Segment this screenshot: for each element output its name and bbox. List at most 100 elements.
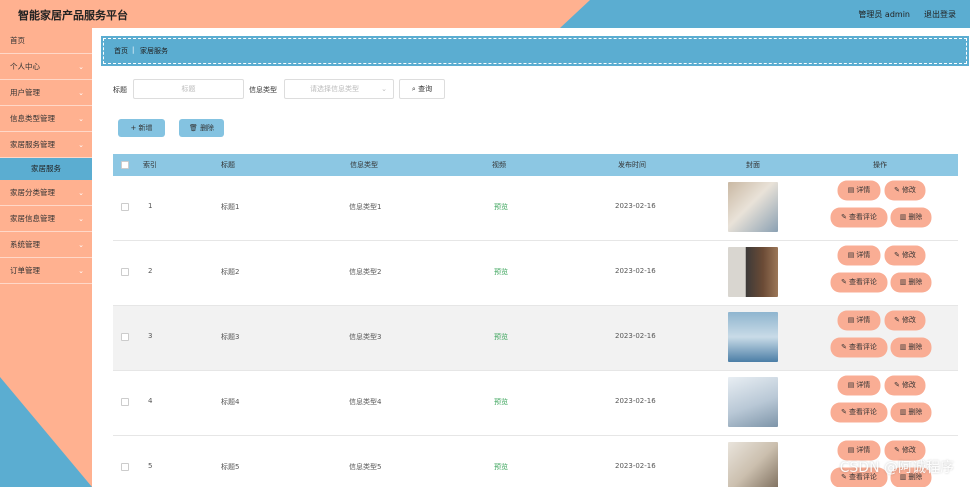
search-icon: ⌕ xyxy=(411,85,416,93)
row-title: 标题3 xyxy=(221,333,240,341)
row-index: 5 xyxy=(148,462,153,470)
top-bar-salmon-edge xyxy=(560,0,590,28)
edit-button[interactable]: ✎ 修改 xyxy=(886,182,924,199)
video-preview-link[interactable]: 预览 xyxy=(494,202,508,212)
add-button[interactable]: + 新增 xyxy=(118,119,165,137)
row-checkbox[interactable] xyxy=(121,203,129,211)
table-row: 5 标题5 信息类型5 预览 2023-02-16 ▤ 详情 ✎ 修改 ✎ 查看评论 ▥ 删除 xyxy=(113,436,958,487)
table-row: 3 标题3 信息类型3 预览 2023-02-16 ▤ 详情 ✎ 修改 ✎ 查看评论 ▥ 删除 xyxy=(113,306,958,371)
chevron-down-icon: ⌄ xyxy=(78,115,84,123)
query-button[interactable]: ⌕ 查询 xyxy=(399,79,445,99)
batch-delete-label: 删除 xyxy=(200,124,215,132)
pencil-icon: ✎ xyxy=(841,213,847,221)
title-search-label: 标题 xyxy=(113,86,127,94)
table-row: 4 标题4 信息类型4 预览 2023-02-16 ▤ 详情 ✎ 修改 ✎ 查看评论 ▥ 删除 xyxy=(113,371,958,436)
trash-icon: ▥ xyxy=(899,408,907,416)
sidebar-item-a-2[interactable]: 用户管理 ⌄ xyxy=(0,80,92,106)
sidebar-item-a-4[interactable]: 家居服务管理 ⌄ xyxy=(0,132,92,158)
edit-button[interactable]: ✎ 修改 xyxy=(886,312,924,329)
chevron-down-icon: ⌄ xyxy=(78,189,84,197)
logout-link[interactable]: 退出登录 xyxy=(924,9,956,20)
delete-button[interactable]: ▥ 删除 xyxy=(892,404,930,421)
trash-icon: 🗑 xyxy=(188,124,198,132)
breadcrumb: 首页 | 家居服务 xyxy=(101,36,969,66)
sidebar-item-a-3[interactable]: 信息类型管理 ⌄ xyxy=(0,106,92,132)
pencil-icon: ✎ xyxy=(894,316,900,324)
batch-delete-button[interactable]: 🗑 删除 xyxy=(179,119,224,137)
sidebar: 首页 个人中心 ⌄ 用户管理 ⌄ 信息类型管理 ⌄ 家居服务管理 ⌄ 家居服务 家居分类管理 ⌄ 家… xyxy=(0,28,92,487)
admin-user-label: 管理员 admin xyxy=(858,10,910,19)
document-icon: ▤ xyxy=(847,446,855,454)
pencil-icon: ✎ xyxy=(894,381,900,389)
sidebar-item-b-0[interactable]: 家居分类管理 ⌄ xyxy=(0,180,92,206)
row-date: 2023-02-16 xyxy=(615,397,656,405)
pencil-icon: ✎ xyxy=(894,186,900,194)
header-actions: 操作 xyxy=(873,161,887,169)
detail-button[interactable]: ▤ 详情 xyxy=(839,312,879,329)
sidebar-item-a-1[interactable]: 个人中心 ⌄ xyxy=(0,54,92,80)
row-title: 标题5 xyxy=(221,463,240,471)
type-select[interactable]: 请选择信息类型 ⌄ xyxy=(284,79,394,99)
edit-button[interactable]: ✎ 修改 xyxy=(886,377,924,394)
header-date: 发布时间 xyxy=(618,161,646,169)
view-comments-button[interactable]: ✎ 查看评论 xyxy=(832,339,886,356)
row-checkbox[interactable] xyxy=(121,268,129,276)
row-type: 信息类型3 xyxy=(349,333,382,341)
title-search-input[interactable]: 标题 xyxy=(133,79,244,99)
breadcrumb-separator: | xyxy=(132,46,135,54)
pencil-icon: ✎ xyxy=(894,251,900,259)
row-date: 2023-02-16 xyxy=(615,332,656,340)
delete-button[interactable]: ▥ 删除 xyxy=(892,209,930,226)
view-comments-button[interactable]: ✎ 查看评论 xyxy=(832,274,886,291)
row-index: 2 xyxy=(148,267,153,275)
table-row: 1 标题1 信息类型1 预览 2023-02-16 ▤ 详情 ✎ 修改 ✎ 查看评论 ▥ 删除 xyxy=(113,176,958,241)
detail-button[interactable]: ▤ 详情 xyxy=(839,182,879,199)
document-icon: ▤ xyxy=(847,186,855,194)
document-icon: ▤ xyxy=(847,316,855,324)
cover-image xyxy=(728,442,778,487)
view-comments-button[interactable]: ✎ 查看评论 xyxy=(832,209,886,226)
row-checkbox[interactable] xyxy=(121,463,129,471)
delete-label: 删除 xyxy=(908,213,923,221)
delete-button[interactable]: ▥ 删除 xyxy=(892,339,930,356)
sidebar-item-label: 首页 xyxy=(10,36,25,45)
row-date: 2023-02-16 xyxy=(615,202,656,210)
row-date: 2023-02-16 xyxy=(615,462,656,470)
video-preview-link[interactable]: 预览 xyxy=(494,462,508,472)
sidebar-subitem-home-service[interactable]: 家居服务 xyxy=(0,158,92,180)
edit-button[interactable]: ✎ 修改 xyxy=(886,247,924,264)
detail-button[interactable]: ▤ 详情 xyxy=(839,377,879,394)
data-table: 索引 标题 信息类型 视频 发布时间 封面 操作 1 标题1 信息类型1 预览 2023… xyxy=(113,154,958,487)
row-index: 1 xyxy=(148,202,153,210)
breadcrumb-home[interactable]: 首页 xyxy=(114,46,128,56)
comments-label: 查看评论 xyxy=(848,213,877,221)
sidebar-item-b-3[interactable]: 订单管理 ⌄ xyxy=(0,258,92,284)
sidebar-item-label: 订单管理 xyxy=(10,266,40,275)
video-preview-link[interactable]: 预览 xyxy=(494,397,508,407)
delete-button[interactable]: ▥ 删除 xyxy=(892,274,930,291)
row-checkbox[interactable] xyxy=(121,398,129,406)
header-video: 视频 xyxy=(492,161,506,169)
chevron-down-icon: ⌄ xyxy=(78,63,84,71)
sidebar-item-label: 家居信息管理 xyxy=(10,214,55,223)
edit-label: 修改 xyxy=(901,446,916,454)
pencil-icon: ✎ xyxy=(841,278,847,286)
top-bar: 智能家居产品服务平台 管理员 admin 退出登录 xyxy=(0,0,970,28)
sidebar-item-a-0[interactable]: 首页 xyxy=(0,28,92,54)
header-type: 信息类型 xyxy=(350,161,378,169)
detail-label: 详情 xyxy=(856,446,871,454)
edit-label: 修改 xyxy=(901,186,916,194)
row-checkbox[interactable] xyxy=(121,333,129,341)
sidebar-item-b-1[interactable]: 家居信息管理 ⌄ xyxy=(0,206,92,232)
detail-label: 详情 xyxy=(856,186,871,194)
video-preview-link[interactable]: 预览 xyxy=(494,267,508,277)
sidebar-item-b-2[interactable]: 系统管理 ⌄ xyxy=(0,232,92,258)
sidebar-item-label: 信息类型管理 xyxy=(10,114,55,123)
sidebar-decoration xyxy=(0,377,92,487)
video-preview-link[interactable]: 预览 xyxy=(494,332,508,342)
row-type: 信息类型4 xyxy=(349,398,382,406)
detail-button[interactable]: ▤ 详情 xyxy=(839,247,879,264)
pencil-icon: ✎ xyxy=(894,446,900,454)
view-comments-button[interactable]: ✎ 查看评论 xyxy=(832,404,886,421)
select-all-checkbox[interactable] xyxy=(121,161,129,169)
